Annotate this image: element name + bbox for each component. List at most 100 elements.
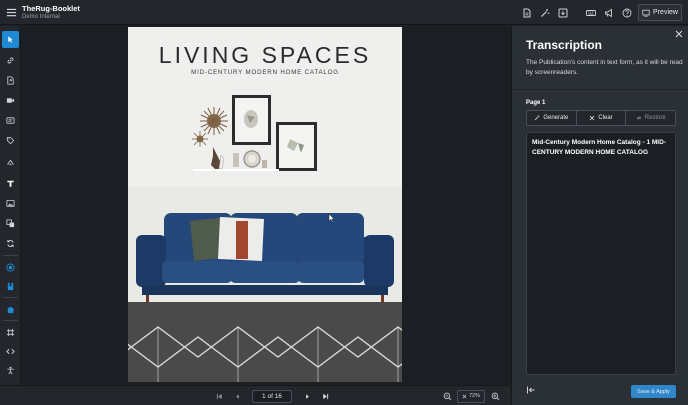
- transcription-textarea[interactable]: Mid-Century Modern Home Catalog - 1 MID-…: [526, 132, 676, 375]
- caption-icon: [6, 117, 15, 124]
- collapse-panel-icon[interactable]: [526, 385, 536, 395]
- restore-icon: [636, 116, 641, 120]
- magic-wand-icon[interactable]: [536, 0, 554, 25]
- code-icon: [6, 348, 15, 355]
- video-tool[interactable]: [2, 92, 19, 109]
- publication-page[interactable]: LIVING SPACES MID-CENTURY MODERN HOME CA…: [128, 27, 402, 382]
- zoom-in-button[interactable]: [488, 389, 502, 403]
- toolbar-divider: [3, 255, 18, 256]
- tag-tool[interactable]: [2, 132, 19, 149]
- pointer-tool[interactable]: [2, 31, 19, 48]
- toolbar-divider: [3, 320, 18, 321]
- help-icon[interactable]: [618, 0, 636, 25]
- drop-tool[interactable]: [2, 154, 19, 171]
- transcription-actions: Generate Clear Restore: [526, 110, 676, 126]
- keyboard-icon[interactable]: [582, 0, 600, 25]
- pager: 1 of 16: [210, 388, 334, 404]
- export-icon: [7, 76, 14, 85]
- first-page-icon: [216, 393, 222, 399]
- rug: [128, 302, 402, 382]
- zoom-in-icon: [491, 392, 499, 400]
- generate-label: Generate: [543, 115, 569, 121]
- first-page-button[interactable]: [210, 388, 228, 404]
- zoom-level[interactable]: 72%: [457, 389, 486, 403]
- frame-icon: [6, 328, 15, 337]
- download-icon[interactable]: [554, 0, 572, 25]
- panel-description: The Publication's content in text form, …: [526, 59, 683, 76]
- restore-button[interactable]: Restore: [626, 111, 675, 125]
- clear-label: Clear: [598, 115, 613, 121]
- page-label: Page 1: [526, 100, 546, 106]
- export-tool[interactable]: [2, 72, 19, 89]
- wall-art-frame-left: [232, 95, 271, 145]
- top-toolbar: [518, 0, 636, 25]
- close-icon[interactable]: [674, 29, 684, 39]
- link-tool[interactable]: [2, 52, 19, 69]
- top-bar: TheRug-Booklet Demo Internal Preview: [0, 0, 688, 25]
- close-icon: [590, 115, 595, 121]
- frame-tool[interactable]: [2, 324, 19, 341]
- video-icon: [6, 98, 15, 103]
- page-number-input[interactable]: 1 of 16: [252, 389, 292, 403]
- page-subheadline: MID-CENTURY MODERN HOME CATALOG: [191, 69, 339, 76]
- menu-icon[interactable]: [0, 0, 22, 25]
- previous-page-icon: [235, 393, 239, 399]
- last-page-icon: [322, 393, 328, 399]
- image-tool[interactable]: [2, 195, 19, 212]
- panel-divider: [512, 89, 688, 90]
- refresh-tool[interactable]: [2, 235, 19, 252]
- puzzle-icon: [7, 306, 15, 314]
- restore-label: Restore: [644, 115, 666, 121]
- text-icon: [7, 180, 14, 187]
- zoom-controls: 72%: [440, 388, 502, 404]
- next-page-button[interactable]: [298, 388, 316, 404]
- app-subtitle: Demo Internal: [22, 13, 60, 20]
- megaphone-icon[interactable]: [600, 0, 618, 25]
- layers-icon: [6, 219, 15, 228]
- transcription-panel: Transcription The Publication's content …: [511, 26, 688, 405]
- app-title: TheRug-Booklet: [22, 3, 80, 13]
- last-page-button[interactable]: [316, 388, 334, 404]
- zoom-level-value: 72%: [469, 392, 481, 399]
- zoom-out-icon: [443, 392, 451, 400]
- next-page-icon: [305, 393, 309, 399]
- accessibility-icon: [7, 366, 14, 375]
- sunburst-mirror-small: [192, 131, 208, 147]
- clear-button[interactable]: Clear: [577, 111, 627, 125]
- drop-icon: [7, 159, 14, 166]
- save-apply-button[interactable]: Save & Apply: [631, 385, 676, 398]
- preview-button[interactable]: Preview: [638, 4, 682, 21]
- bookmark-tool[interactable]: [2, 278, 19, 295]
- plus-circle-tool[interactable]: [2, 259, 19, 276]
- link-icon: [7, 57, 14, 64]
- text-tool[interactable]: [2, 175, 19, 192]
- puzzle-tool[interactable]: [2, 301, 19, 318]
- left-toolbar: [0, 26, 21, 386]
- panel-title: Transcription: [526, 38, 603, 52]
- app-title-block: TheRug-Booklet Demo Internal: [22, 4, 80, 21]
- toolbar-divider: [3, 297, 18, 298]
- bookmark-icon: [7, 282, 14, 291]
- preview-label: Preview: [653, 9, 678, 16]
- bottom-bar: 1 of 16 72%: [0, 385, 510, 405]
- throw-pillows: [190, 217, 264, 261]
- sunburst-mirror-large: [200, 107, 228, 135]
- refresh-icon: [7, 239, 14, 248]
- pointer-icon: [8, 36, 13, 44]
- zoom-out-button[interactable]: [440, 389, 454, 403]
- plus-circle-icon: [6, 263, 15, 272]
- image-icon: [6, 199, 15, 208]
- document-icon[interactable]: [518, 0, 536, 25]
- accessibility-tool[interactable]: [2, 362, 19, 379]
- caption-tool[interactable]: [2, 112, 19, 129]
- code-tool[interactable]: [2, 343, 19, 360]
- preview-icon: [642, 9, 650, 17]
- generate-button[interactable]: Generate: [527, 111, 577, 125]
- magic-wand-icon: [535, 115, 540, 121]
- editor-canvas[interactable]: LIVING SPACES MID-CENTURY MODERN HOME CA…: [22, 26, 510, 385]
- previous-page-button[interactable]: [228, 388, 246, 404]
- wall-art-frame-right: [276, 122, 317, 171]
- tag-icon: [6, 136, 15, 145]
- layers-tool[interactable]: [2, 215, 19, 232]
- page-headline: LIVING SPACES: [159, 42, 371, 68]
